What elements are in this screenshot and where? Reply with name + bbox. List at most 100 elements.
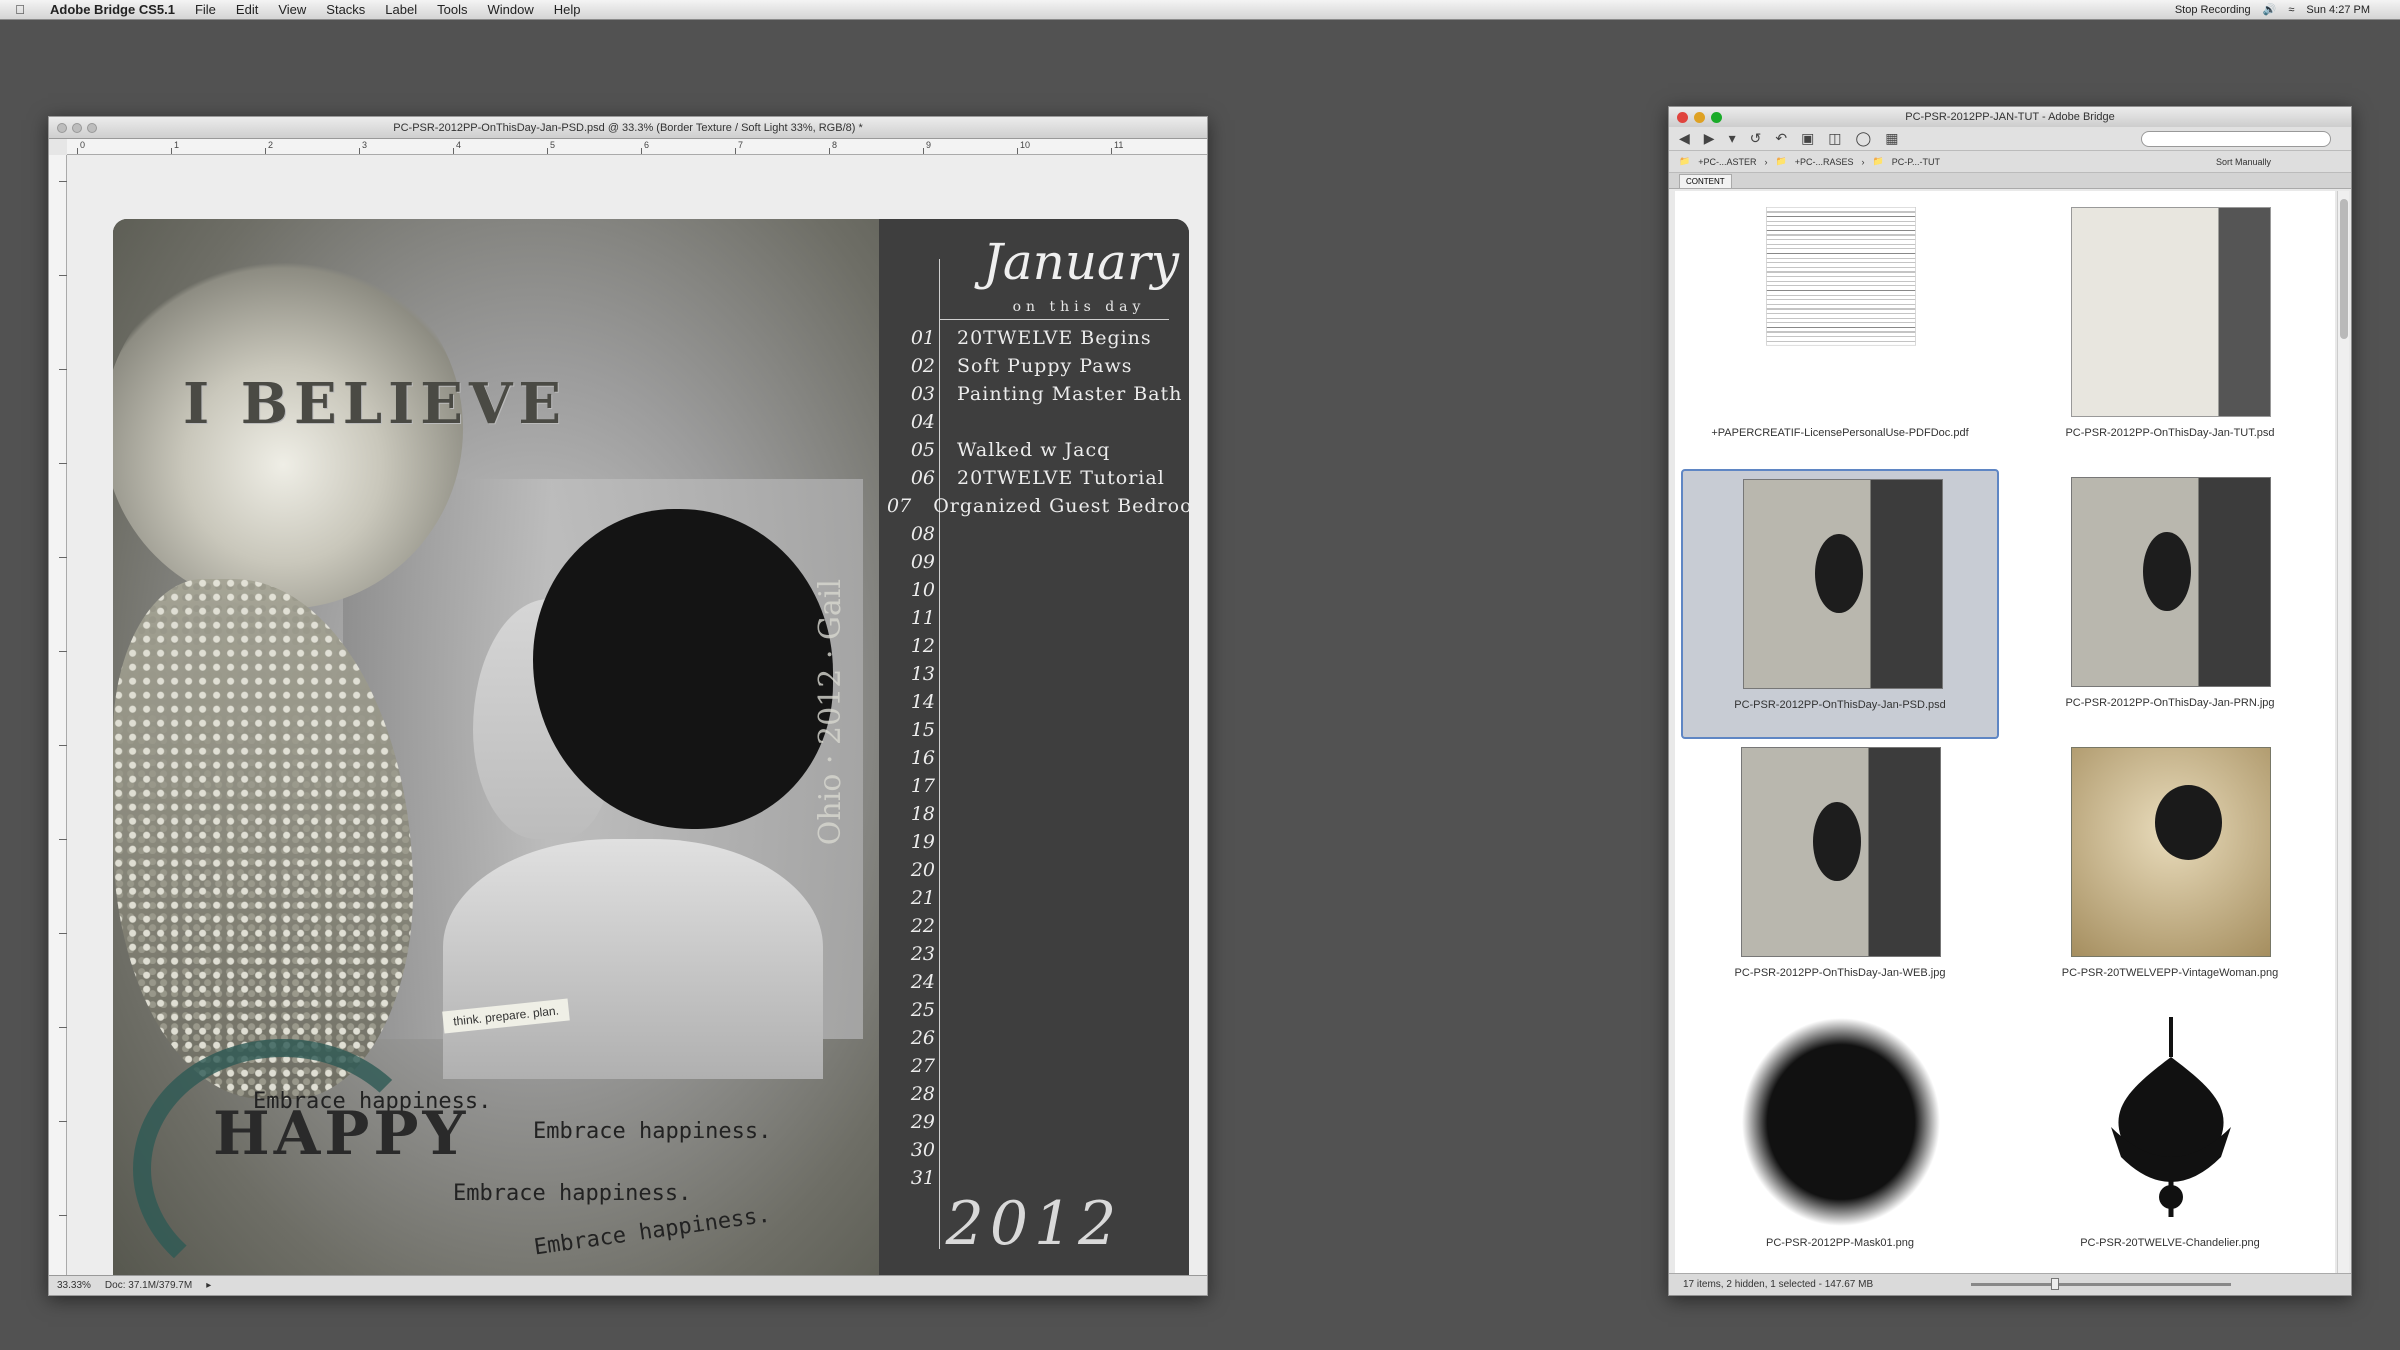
menu-edit[interactable]: Edit — [226, 2, 268, 17]
wifi-icon[interactable]: ≈ — [2288, 4, 2294, 16]
file-thumbnail[interactable]: PC-PSR-2012PP-OnThisDay-Jan-PRN.jpg — [2011, 469, 2329, 739]
day-event: 20TWELVE Begins — [957, 327, 1152, 349]
day-number: 11 — [910, 607, 935, 629]
folder-icon: 📁 — [1872, 156, 1884, 166]
clock[interactable]: Sun 4:27 PM — [2306, 4, 2370, 16]
thumbnail-image[interactable] — [1743, 479, 1943, 689]
day-event: Painting Master Bath — [957, 383, 1183, 405]
ruler-tick — [59, 933, 67, 934]
believe-text: I BELIEVE — [183, 371, 568, 437]
document-title-bar[interactable]: PC-PSR-2012PP-OnThisDay-Jan-PSD.psd @ 33… — [49, 117, 1207, 139]
bridge-title-bar[interactable]: PC-PSR-2012PP-JAN-TUT - Adobe Bridge — [1669, 107, 2351, 127]
thumbnail-image[interactable] — [2071, 1017, 2271, 1227]
calendar-day: 01 20TWELVE Begins — [887, 327, 1187, 349]
thumbnail-image[interactable] — [2071, 207, 2271, 417]
path-bar: 📁 +PC-...ASTER › 📁 +PC-...RASES › 📁 PC-P… — [1669, 151, 2351, 173]
file-thumbnail[interactable]: PC-PSR-2012PP-OnThisDay-Jan-PSD.psd — [1681, 469, 1999, 739]
calendar-day: 17 — [887, 775, 1187, 797]
ruler-tick — [59, 463, 67, 464]
day-number: 12 — [910, 635, 935, 657]
ruler-label: 8 — [832, 140, 838, 150]
day-number: 21 — [910, 887, 935, 909]
thumbnail-image[interactable] — [1766, 207, 1916, 346]
calendar-day: 14 — [887, 691, 1187, 713]
file-thumbnail[interactable]: PC-PSR-2012PP-OnThisDay-Jan-WEB.jpg — [1681, 739, 1999, 1009]
path-item[interactable]: PC-P...-TUT — [1892, 157, 1940, 167]
content-scrollbar[interactable] — [2337, 191, 2349, 1273]
file-name: PC-PSR-20TWELVE-Chandelier.png — [2080, 1237, 2260, 1249]
output-icon[interactable]: ▦ — [1885, 130, 1898, 147]
thumbnail-image[interactable] — [1741, 1017, 1941, 1227]
ruler-tick — [359, 148, 360, 154]
vertical-ruler[interactable] — [49, 155, 67, 1275]
file-thumbnail[interactable]: +PAPERCREATIF-LicensePersonalUse-PDFDoc.… — [1681, 199, 1999, 469]
day-number: 31 — [910, 1167, 935, 1189]
volume-icon[interactable]: 🔊 — [2263, 3, 2277, 16]
menu-bar:  Adobe Bridge CS5.1 File Edit View Stac… — [0, 0, 2400, 20]
file-thumbnail[interactable]: PC-PSR-20TWELVE-Chandelier.png — [2011, 1009, 2329, 1273]
canvas-area[interactable]: I BELIEVE think. prepare. plan. Embrace … — [67, 155, 1207, 1295]
calendar-day: 12 — [887, 635, 1187, 657]
file-thumbnail[interactable]: PC-PSR-2012PP-OnThisDay-Jan-TUT.psd — [2011, 199, 2329, 469]
menu-tools[interactable]: Tools — [427, 2, 477, 17]
file-thumbnail[interactable]: PC-PSR-20TWELVEPP-VintageWoman.png — [2011, 739, 2329, 1009]
day-number: 17 — [910, 775, 935, 797]
ruler-tick — [59, 839, 67, 840]
menu-stacks[interactable]: Stacks — [316, 2, 375, 17]
embrace-text: Embrace happiness. — [532, 1202, 773, 1261]
ruler-tick — [77, 148, 78, 154]
day-number: 08 — [910, 523, 935, 545]
menu-app-name[interactable]: Adobe Bridge CS5.1 — [40, 2, 185, 17]
status-arrow-icon[interactable]: ▸ — [206, 1280, 211, 1291]
thumbnail-figure — [1815, 534, 1863, 614]
day-number: 24 — [910, 971, 935, 993]
apple-icon[interactable]:  — [0, 2, 40, 17]
calendar-month: January — [982, 233, 1179, 291]
calendar-day: 30 — [887, 1139, 1187, 1161]
thumbnail-image[interactable] — [2071, 747, 2271, 957]
happy-text: HAPPY — [213, 1099, 470, 1169]
calendar-day: 08 — [887, 523, 1187, 545]
file-name: PC-PSR-2012PP-OnThisDay-Jan-PRN.jpg — [2065, 697, 2275, 709]
ruler-label: 9 — [926, 140, 932, 150]
zoom-level[interactable]: 33.33% — [57, 1280, 91, 1291]
thumbnail-image[interactable] — [2071, 477, 2271, 687]
open-in-camera-raw-icon[interactable]: ◯ — [1856, 130, 1872, 147]
forward-icon[interactable]: ▶ — [1704, 130, 1715, 147]
day-number: 07 — [887, 495, 912, 517]
slider-handle[interactable] — [2051, 1278, 2059, 1290]
camera-icon[interactable]: ▣ — [1801, 130, 1814, 147]
calendar-subtitle: on this day — [1012, 299, 1146, 315]
ruler-tick — [923, 148, 924, 154]
path-item[interactable]: +PC-...RASES — [1795, 157, 1854, 167]
file-thumbnail[interactable]: PC-PSR-2012PP-Mask01.png — [1681, 1009, 1999, 1273]
menu-label[interactable]: Label — [375, 2, 427, 17]
woman-shoulder — [443, 839, 823, 1079]
menu-help[interactable]: Help — [544, 2, 591, 17]
content-grid[interactable]: +PAPERCREATIF-LicensePersonalUse-PDFDoc.… — [1675, 191, 2335, 1273]
doc-size[interactable]: Doc: 37.1M/379.7M — [105, 1280, 192, 1291]
menu-view[interactable]: View — [268, 2, 316, 17]
recent-icon[interactable]: ▾ — [1729, 130, 1736, 147]
stop-recording-item[interactable]: Stop Recording — [2175, 4, 2251, 16]
rotate-icon[interactable]: ↺ — [1750, 130, 1762, 147]
tab-content[interactable]: CONTENT — [1679, 173, 1732, 188]
day-number: 20 — [910, 859, 935, 881]
thumbnail-size-slider[interactable] — [1971, 1278, 2231, 1290]
sort-dropdown[interactable]: Sort Manually — [2216, 157, 2351, 167]
refine-icon[interactable]: ◫ — [1828, 130, 1841, 147]
file-name: PC-PSR-2012PP-Mask01.png — [1766, 1237, 1914, 1249]
boomerang-icon[interactable]: ↶ — [1775, 130, 1787, 147]
thumbnail-figure — [2143, 532, 2191, 612]
scrollbar-thumb[interactable] — [2340, 199, 2348, 339]
day-number: 04 — [910, 411, 935, 433]
menu-file[interactable]: File — [185, 2, 226, 17]
menu-window[interactable]: Window — [477, 2, 543, 17]
thumbnail-image[interactable] — [1741, 747, 1941, 957]
day-number: 18 — [910, 803, 935, 825]
path-item[interactable]: +PC-...ASTER — [1698, 157, 1756, 167]
horizontal-ruler[interactable]: 0 1 2 3 4 5 6 7 8 9 10 11 — [67, 139, 1207, 155]
back-icon[interactable]: ◀ — [1679, 130, 1690, 147]
search-input[interactable] — [2141, 130, 2331, 147]
ruler-label: 6 — [644, 140, 650, 150]
